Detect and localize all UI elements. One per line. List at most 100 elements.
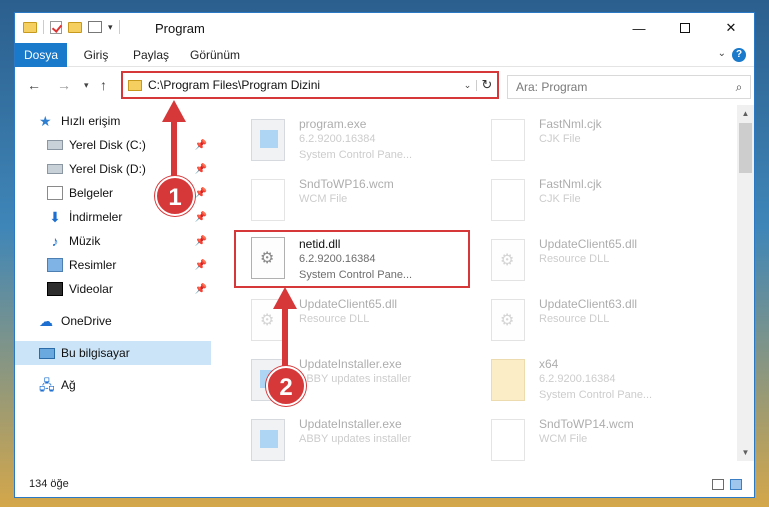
sidebar-item-label: Belgeler [69,186,114,200]
netid-highlight-box [234,230,470,288]
sidebar-item-label: Ağ [61,378,76,392]
dll-file-icon [491,299,525,341]
download-icon: ⬇ [49,209,61,225]
file-name: SndToWP16.wcm [299,177,394,191]
file-name: UpdateInstaller.exe [299,417,402,431]
sidebar-item-onedrive[interactable]: ☁ OneDrive [15,309,211,333]
new-folder-icon[interactable] [68,21,82,33]
disk-icon [47,164,63,174]
file-name: x64 [539,357,559,371]
help-icon[interactable]: ? [732,48,746,62]
pin-icon[interactable]: 📌 [195,260,207,271]
folder-icon [491,359,525,401]
annotation-arrow-head [162,100,186,122]
tab-share[interactable]: Paylaş [127,43,175,67]
pin-icon[interactable]: 📌 [195,140,207,151]
ribbon-tabs: Dosya Giriş Paylaş Görünüm ⌄ ? [15,43,754,101]
sidebar-item-label: Videolar [69,282,113,296]
back-button[interactable]: ← [27,77,41,93]
computer-icon [39,347,55,359]
close-button[interactable]: ✕ [708,13,754,43]
file-item[interactable]: FastNml.cjk CJK File [481,113,717,171]
file-type: WCM File [539,433,588,445]
toolbar-divider [118,20,120,34]
file-item[interactable]: x64 6.2.9200.16384 System Control Pane..… [481,353,717,411]
dll-file-icon [491,239,525,281]
annotation-badge-1: 1 [155,176,195,216]
properties-icon[interactable] [88,21,102,33]
tab-home[interactable]: Giriş [77,43,115,67]
navigation-bar: ← → ▾ ↑ C:\Program Files\Program Dizini … [15,67,754,103]
pin-icon[interactable]: 📌 [195,188,207,199]
file-item[interactable]: UpdateInstaller.exe ABBY updates install… [241,413,477,461]
pictures-icon [47,258,63,272]
address-dropdown-icon[interactable]: ⌄ [459,79,477,91]
sidebar-item-videos[interactable]: Videolar 📌 [15,277,211,301]
pin-icon[interactable]: 📌 [195,164,207,175]
minimize-button[interactable]: — [616,13,662,43]
sidebar-item-label: OneDrive [61,314,112,328]
file-item[interactable]: FastNml.cjk CJK File [481,173,717,231]
details-view-icon[interactable] [712,479,724,490]
maximize-button[interactable] [662,13,708,43]
tiles-view-icon[interactable] [730,479,742,490]
file-item[interactable]: SndToWP16.wcm WCM File [241,173,477,231]
folder-icon [128,79,142,91]
search-box[interactable]: Ara: Program ⌕ [507,75,751,99]
sidebar-item-label: Yerel Disk (C:) [69,138,146,152]
vertical-scrollbar[interactable]: ▲ ▼ [737,105,754,461]
title-bar: ▾ Program — ✕ [15,13,754,43]
refresh-icon[interactable]: ↻ [477,77,497,93]
folder-icon [23,21,37,33]
file-version: 6.2.9200.16384 [539,373,616,385]
sidebar-item-network[interactable]: 🖧 Ağ [15,373,211,397]
sidebar-item-label: Bu bilgisayar [61,346,130,360]
file-item[interactable]: SndToWP14.wcm WCM File [481,413,717,461]
tab-view[interactable]: Görünüm [185,43,245,67]
file-name: SndToWP14.wcm [539,417,634,431]
pin-icon[interactable]: 📌 [195,284,207,295]
sidebar-item-this-pc[interactable]: Bu bilgisayar [15,341,211,365]
file-item[interactable]: program.exe 6.2.9200.16384 System Contro… [241,113,477,171]
videos-icon [47,282,63,296]
sidebar-item-label: Hızlı erişim [61,114,121,128]
scroll-up-icon[interactable]: ▲ [737,105,754,122]
documents-icon [47,186,63,200]
file-name: FastNml.cjk [539,177,602,191]
file-version: 6.2.9200.16384 [299,133,376,145]
sidebar-item-pictures[interactable]: Resimler 📌 [15,253,211,277]
forward-button[interactable]: → [57,77,71,93]
address-path[interactable]: C:\Program Files\Program Dizini [148,78,459,92]
address-bar[interactable]: C:\Program Files\Program Dizini ⌄ ↻ [123,73,497,97]
file-item[interactable]: UpdateClient65.dll Resource DLL [481,233,717,291]
search-input[interactable]: Ara: Program [508,80,728,94]
search-icon[interactable]: ⌕ [728,80,750,95]
scroll-thumb[interactable] [739,123,752,173]
file-description: System Control Pane... [539,389,653,401]
annotation-arrow-head [273,287,297,309]
customize-toolbar-chevron-icon[interactable]: ▾ [108,22,113,33]
scroll-down-icon[interactable]: ▼ [737,444,754,461]
quick-access-toolbar: ▾ [23,20,120,34]
file-description: System Control Pane... [299,149,413,161]
star-icon: ★ [39,113,52,129]
file-name: UpdateClient65.dll [539,237,638,251]
up-button[interactable]: ↑ [100,77,107,93]
expand-ribbon-icon[interactable]: ⌄ [718,48,726,59]
sidebar-item-music[interactable]: ♪ Müzik 📌 [15,229,211,253]
sidebar-item-label: Müzik [69,234,101,248]
sidebar-item-label: Resimler [69,258,117,272]
pin-icon[interactable]: 📌 [195,236,207,247]
properties-check-icon[interactable] [50,20,62,34]
file-item[interactable]: UpdateClient63.dll Resource DLL [481,293,717,351]
file-list: program.exe 6.2.9200.16384 System Contro… [225,109,737,461]
exe-file-icon [251,119,285,161]
music-icon: ♪ [51,233,59,249]
file-type: Resource DLL [539,313,610,325]
exe-file-icon [251,419,285,461]
document-file-icon [491,119,525,161]
recent-locations-chevron-icon[interactable]: ▾ [84,80,89,91]
pin-icon[interactable]: 📌 [195,212,207,223]
sidebar-item-disk-c[interactable]: Yerel Disk (C:) 📌 [15,133,211,157]
document-file-icon [491,419,525,461]
